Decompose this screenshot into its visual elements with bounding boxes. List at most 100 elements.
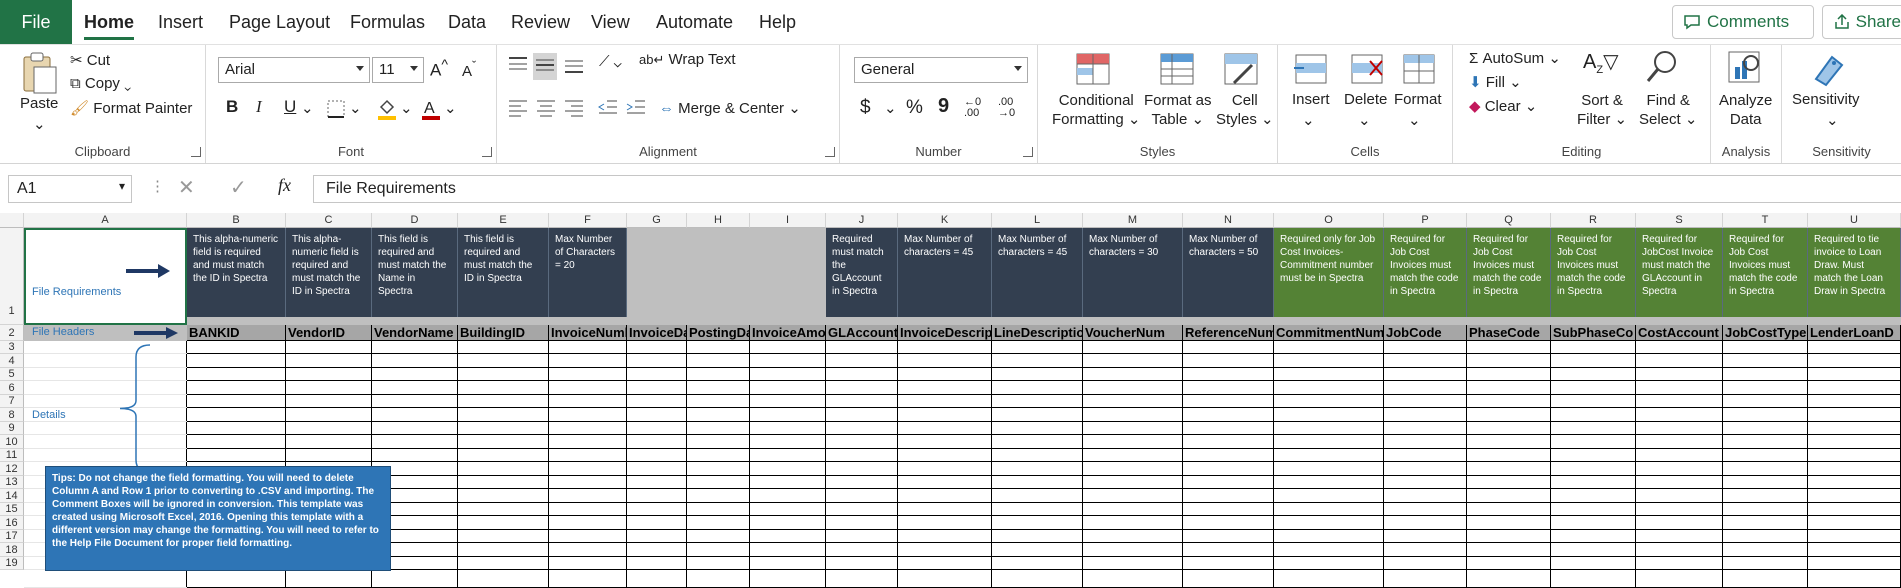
data-row[interactable] <box>187 543 1901 557</box>
confirm-entry-icon[interactable]: ✓ <box>230 175 247 200</box>
data-row[interactable] <box>187 435 1901 449</box>
merge-center-button[interactable]: ⇔ Merge & Center ⌄ <box>659 99 801 117</box>
column-a-row[interactable] <box>24 422 187 435</box>
row-header-9[interactable]: 9 <box>0 422 24 435</box>
middle-align-icon[interactable] <box>533 53 557 80</box>
select-all-corner[interactable] <box>0 213 24 228</box>
tab-review[interactable]: Review <box>511 0 570 44</box>
header-cell-j[interactable]: GLAccount <box>826 325 898 341</box>
column-header-a[interactable]: A <box>24 213 187 228</box>
column-header-h[interactable]: H <box>687 213 750 228</box>
requirement-cell-j[interactable]: Required must match the GLAccount in Spe… <box>826 228 898 317</box>
align-right-icon[interactable] <box>563 97 585 120</box>
requirement-cell-r[interactable]: Required for Job Cost Invoices must matc… <box>1551 228 1636 317</box>
clipboard-launcher-icon[interactable] <box>191 147 201 157</box>
column-header-g[interactable]: G <box>627 213 687 228</box>
format-cells-button[interactable] <box>1400 51 1438 90</box>
borders-button[interactable] <box>326 99 346 122</box>
data-row[interactable] <box>187 570 1901 588</box>
header-cell-c[interactable]: VendorID <box>286 325 372 341</box>
column-header-d[interactable]: D <box>372 213 458 228</box>
tab-view[interactable]: View <box>591 0 630 44</box>
row-header-12[interactable]: 12 <box>0 462 24 476</box>
column-header-k[interactable]: K <box>898 213 992 228</box>
header-cell-n[interactable]: ReferenceNum <box>1183 325 1274 341</box>
fill-color-chevron-icon[interactable]: ⌄ <box>400 99 413 117</box>
data-row[interactable] <box>187 476 1901 489</box>
orientation-icon[interactable]: ⟋ ⌄ <box>599 53 622 70</box>
cut-button[interactable]: ✂ Cut <box>70 51 110 69</box>
requirement-cell-p[interactable]: Required for Job Cost Invoices must matc… <box>1384 228 1467 317</box>
more-options-icon[interactable]: ⋮ <box>150 177 165 195</box>
row-header-15[interactable]: 15 <box>0 503 24 516</box>
increase-font-size-icon[interactable]: A^ <box>430 57 448 81</box>
worksheet-grid[interactable]: A B C D E F G H I J K L M N O P Q R S T U 1 2 3 4 5 6 7 8 9 10 11 12 13 14… <box>0 213 1901 588</box>
header-cell-g[interactable]: InvoiceDa <box>627 325 687 341</box>
column-header-b[interactable]: B <box>187 213 286 228</box>
tab-home[interactable]: Home <box>84 0 135 44</box>
tab-help[interactable]: Help <box>759 0 796 44</box>
header-cell-f[interactable]: InvoiceNuml <box>549 325 627 341</box>
header-cell-b[interactable]: BANKID <box>187 325 286 341</box>
tab-page-layout[interactable]: Page Layout <box>229 0 330 44</box>
bottom-align-icon[interactable] <box>563 55 585 78</box>
conditional-formatting-button[interactable] <box>1074 51 1112 90</box>
top-align-icon[interactable] <box>507 55 529 78</box>
column-header-n[interactable]: N <box>1183 213 1274 228</box>
data-row[interactable] <box>187 341 1901 354</box>
requirement-cell-n[interactable]: Max Number of characters = 50 <box>1183 228 1274 317</box>
column-header-c[interactable]: C <box>286 213 372 228</box>
column-a-row[interactable] <box>24 395 187 408</box>
cell-styles-button[interactable] <box>1222 51 1260 90</box>
requirement-cell-q[interactable]: Required for Job Cost Invoices must matc… <box>1467 228 1551 317</box>
column-a-row[interactable] <box>24 341 187 354</box>
requirement-cell-f[interactable]: Max Number of Characters = 20 <box>549 228 627 317</box>
row-header-2[interactable]: 2 <box>0 325 24 341</box>
borders-chevron-icon[interactable]: ⌄ <box>349 99 362 117</box>
column-a-row[interactable] <box>24 449 187 462</box>
column-header-m[interactable]: M <box>1083 213 1183 228</box>
row-header-10[interactable]: 10 <box>0 435 24 449</box>
requirement-cell-e[interactable]: This field is required and must match th… <box>458 228 549 317</box>
requirement-cell-c[interactable]: This alpha-numeric field is required and… <box>286 228 372 317</box>
column-header-i[interactable]: I <box>750 213 826 228</box>
alignment-launcher-icon[interactable] <box>825 147 835 157</box>
autosum-button[interactable]: Σ AutoSum ⌄ <box>1469 49 1561 67</box>
analyze-data-button[interactable]: Analyze Data <box>1719 91 1772 129</box>
align-center-icon[interactable] <box>535 97 557 120</box>
comma-style-button[interactable]: 9 <box>938 95 949 118</box>
requirement-cell-b[interactable]: This alpha-numeric field is required and… <box>187 228 286 317</box>
increase-indent-icon[interactable] <box>625 97 647 120</box>
header-cell-l[interactable]: LineDescription <box>992 325 1083 341</box>
requirement-cell-o[interactable]: Required only for Job Cost Invoices-Comm… <box>1274 228 1384 317</box>
decrease-decimal-icon[interactable]: .00 →0 <box>998 97 1015 119</box>
copy-button[interactable]: ⧉ Copy ⌄ <box>70 75 131 92</box>
number-launcher-icon[interactable] <box>1023 147 1033 157</box>
data-row[interactable] <box>187 530 1901 543</box>
insert-cells-chevron-icon[interactable]: ⌄ <box>1302 111 1315 129</box>
bold-button[interactable]: B <box>226 97 238 117</box>
requirement-cell-u[interactable]: Required to tie invoice to Loan Draw. Mu… <box>1808 228 1901 317</box>
column-header-u[interactable]: U <box>1808 213 1901 228</box>
sensitivity-chevron-icon[interactable]: ⌄ <box>1826 111 1839 129</box>
decrease-font-size-icon[interactable]: Aˇ <box>462 59 476 80</box>
cancel-entry-icon[interactable]: ✕ <box>178 175 195 200</box>
data-row[interactable] <box>187 462 1901 476</box>
data-row[interactable] <box>187 503 1901 516</box>
column-header-f[interactable]: F <box>549 213 627 228</box>
requirement-cell-k[interactable]: Max Number of characters = 45 <box>898 228 992 317</box>
data-row[interactable] <box>187 381 1901 395</box>
header-cell-h[interactable]: PostingDa <box>687 325 750 341</box>
column-header-p[interactable]: P <box>1384 213 1467 228</box>
name-box[interactable]: A1 ▾ <box>8 175 132 203</box>
header-cell-q[interactable]: PhaseCode <box>1467 325 1551 341</box>
column-header-q[interactable]: Q <box>1467 213 1551 228</box>
row-header-14[interactable]: 14 <box>0 489 24 503</box>
header-cell-r[interactable]: SubPhaseCo <box>1551 325 1636 341</box>
column-a-row[interactable] <box>24 435 187 449</box>
formula-input[interactable]: File Requirements <box>313 175 1901 203</box>
font-size-combo[interactable]: 11 <box>372 57 424 83</box>
header-cell-p[interactable]: JobCode <box>1384 325 1467 341</box>
sort-filter-button[interactable]: Sort & Filter ⌄ <box>1577 91 1627 129</box>
requirement-cell-m[interactable]: Max Number of characters = 30 <box>1083 228 1183 317</box>
